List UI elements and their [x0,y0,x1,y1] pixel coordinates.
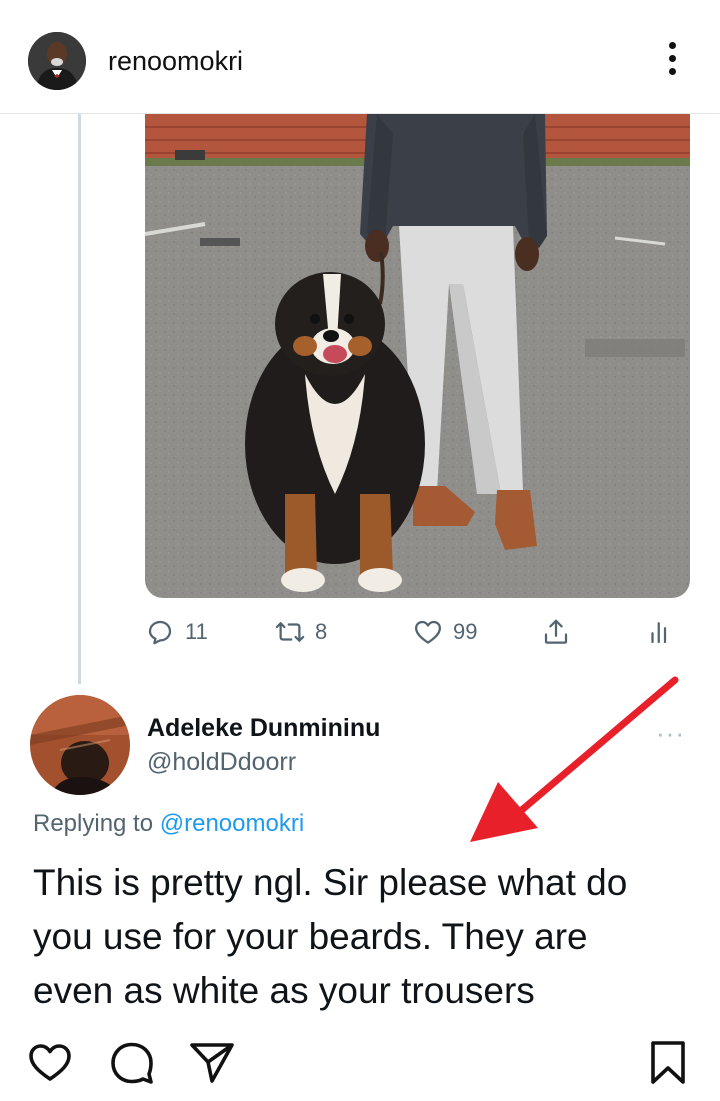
comment-icon [111,1042,153,1084]
like-button[interactable] [26,1038,74,1086]
replying-prefix: Replying to [33,810,154,837]
reply-handle[interactable]: @holdDdoorr [147,748,296,777]
reply-count: 11 [185,619,208,644]
post-header: renoomokri [0,0,720,114]
replying-mention-link[interactable]: @renoomokri [160,810,304,837]
analytics-action[interactable] [645,612,675,652]
thread-connector-line [78,114,81,684]
more-options-icon[interactable] [660,42,684,82]
reply-text-line: you use for your beards. They are [33,916,588,957]
avatar-image [28,32,86,90]
reply-icon [148,620,172,645]
like-count: 99 [453,619,478,644]
tweet-actions: 11 8 99 [145,612,690,652]
comment-button[interactable] [108,1038,156,1086]
like-heart-icon [415,620,441,644]
retweet-action[interactable]: 8 [275,612,327,652]
replying-to-line: Replying to @renoomokri [33,810,304,838]
profile-avatar[interactable] [28,32,86,90]
reply-action[interactable]: 11 [145,612,208,652]
save-button[interactable] [644,1038,692,1086]
analytics-bars-icon [651,622,667,644]
reply-text-line: even as white as your trousers [33,970,535,1011]
post-username[interactable]: renoomokri [108,46,243,77]
reply-avatar-image [30,695,130,795]
reply-display-name[interactable]: Adeleke Dunmininu [147,714,380,743]
heart-icon [29,1044,71,1081]
reply-avatar[interactable] [30,695,130,795]
dog-and-person-photo [145,114,690,598]
share-button[interactable] [188,1038,236,1086]
reply-text: This is pretty ngl. Sir please what do y… [33,856,703,1018]
retweet-icon [275,622,305,642]
like-action[interactable]: 99 [413,612,477,652]
share-action[interactable] [541,612,571,652]
post-action-bar [0,1030,720,1090]
reply-text-line: This is pretty ngl. Sir please what do [33,862,628,903]
bookmark-icon [651,1041,685,1084]
share-upload-icon [544,619,568,644]
retweet-count: 8 [315,619,328,644]
tweet-photo[interactable] [145,114,690,598]
paper-plane-icon [190,1043,234,1083]
red-annotation-arrow-icon [470,676,679,842]
